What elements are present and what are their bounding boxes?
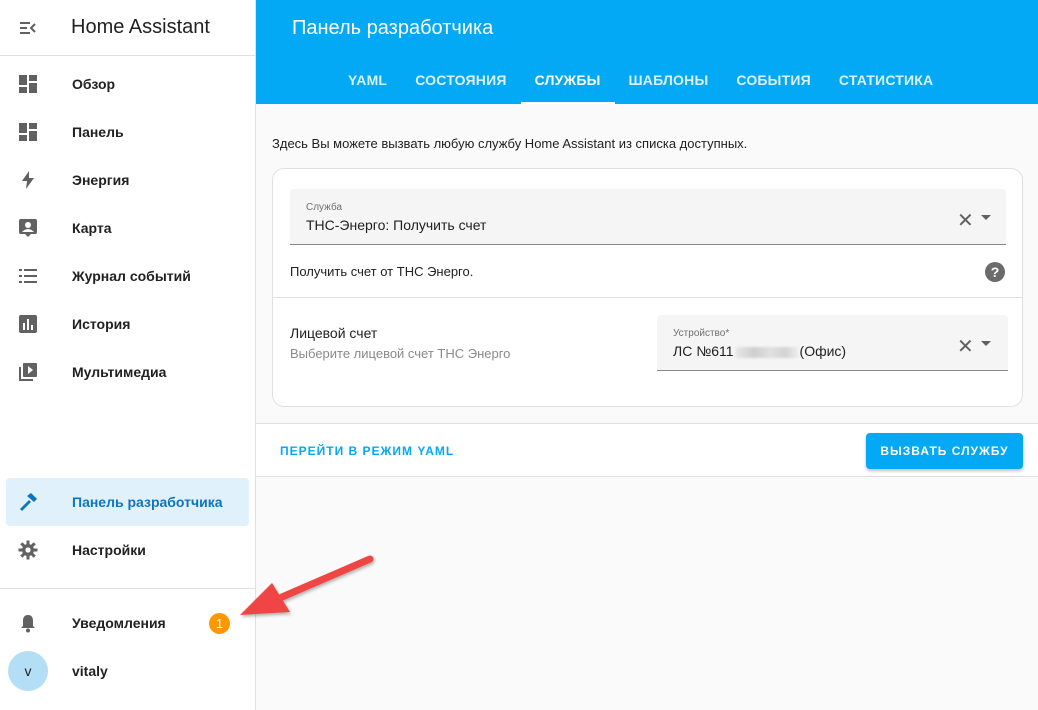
list-icon [6, 252, 50, 300]
sidebar-item-settings[interactable]: Настройки [6, 526, 249, 574]
sidebar-item-label: Карта [72, 220, 112, 236]
sidebar-item-logbook[interactable]: Журнал событий [6, 252, 249, 300]
redacted-blur [735, 346, 798, 358]
sidebar-nav: Обзор Панель Энергия Карта Журнал событи… [0, 56, 255, 396]
sidebar-item-history[interactable]: История [6, 300, 249, 348]
chevron-down-icon[interactable] [981, 341, 991, 346]
tab-statistics[interactable]: СТАТИСТИКА [825, 56, 948, 104]
device-value-prefix: ЛС №611 [673, 343, 734, 359]
sidebar-divider [0, 588, 255, 589]
lightning-icon [6, 156, 50, 204]
page-title: Панель разработчика [292, 17, 494, 39]
avatar: v [8, 651, 48, 691]
user-name: vitaly [72, 663, 108, 679]
gear-icon [6, 526, 50, 574]
device-value-suffix: (Офис) [799, 343, 847, 359]
action-bar: ПЕРЕЙТИ В РЕЖИМ YAML ВЫЗВАТЬ СЛУЖБУ [256, 423, 1038, 477]
sidebar-item-label: Панель [72, 124, 124, 140]
sidebar-item-overview[interactable]: Обзор [6, 60, 249, 108]
sidebar-item-label: Уведомления [72, 615, 166, 631]
clear-icon[interactable]: ✕ [957, 334, 974, 359]
sidebar-item-energy[interactable]: Энергия [6, 156, 249, 204]
overview-icon [6, 60, 50, 108]
tab-events[interactable]: СОБЫТИЯ [722, 56, 825, 104]
dashboard-icon [6, 108, 50, 156]
call-service-button[interactable]: ВЫЗВАТЬ СЛУЖБУ [866, 433, 1023, 469]
tab-bar: YAML СОСТОЯНИЯ СЛУЖБЫ ШАБЛОНЫ СОБЫТИЯ СТ… [334, 56, 947, 104]
sidebar-item-label: Настройки [72, 542, 146, 558]
service-select-value: ТНС-Энерго: Получить счет [306, 217, 487, 233]
clear-icon[interactable]: ✕ [957, 208, 974, 233]
sidebar-item-user[interactable]: v vitaly [0, 647, 255, 695]
sidebar-item-label: Панель разработчика [72, 494, 223, 510]
tab-services[interactable]: СЛУЖБЫ [520, 56, 615, 104]
yaml-mode-button[interactable]: ПЕРЕЙТИ В РЕЖИМ YAML [280, 444, 454, 458]
sidebar-item-label: Энергия [72, 172, 130, 188]
notification-count-badge: 1 [209, 613, 230, 634]
service-card: Служба ТНС-Энерго: Получить счет ✕ Получ… [272, 168, 1023, 407]
tab-templates[interactable]: ШАБЛОНЫ [615, 56, 723, 104]
hammer-icon [6, 478, 50, 526]
page-header: Панель разработчика YAML СОСТОЯНИЯ СЛУЖБ… [256, 0, 1038, 104]
sidebar-item-label: Журнал событий [72, 268, 191, 284]
menu-toggle-button[interactable] [0, 0, 56, 56]
app-title: Home Assistant [71, 16, 210, 38]
services-intro: Здесь Вы можете вызвать любую службу Hom… [272, 136, 748, 151]
sidebar-header: Home Assistant [0, 0, 255, 56]
chevron-down-icon[interactable] [981, 215, 991, 220]
sidebar-item-developer-tools[interactable]: Панель разработчика [6, 478, 249, 526]
card-divider [273, 297, 1022, 298]
sidebar-item-map[interactable]: Карта [6, 204, 249, 252]
account-field-title: Лицевой счет [290, 325, 378, 341]
sidebar-bottom: Панель разработчика Настройки [0, 478, 255, 574]
help-icon[interactable]: ? [985, 262, 1005, 282]
bell-icon [0, 599, 56, 647]
device-select-label: Устройство* [673, 328, 730, 339]
sidebar-item-media[interactable]: Мультимедиа [6, 348, 249, 396]
menu-collapse-icon [20, 21, 36, 34]
device-select[interactable]: Устройство* ЛС №611 (Офис) ✕ [657, 315, 1008, 371]
sidebar-item-dashboard[interactable]: Панель [6, 108, 249, 156]
map-person-icon [6, 204, 50, 252]
sidebar-item-label: Мультимедиа [72, 364, 167, 380]
service-select[interactable]: Служба ТНС-Энерго: Получить счет ✕ [290, 189, 1006, 245]
sidebar-item-label: Обзор [72, 76, 116, 92]
account-field-description: Выберите лицевой счет ТНС Энерго [290, 346, 511, 361]
sidebar-item-label: История [72, 316, 131, 332]
tab-states[interactable]: СОСТОЯНИЯ [401, 56, 520, 104]
service-description: Получить счет от ТНС Энерго. [290, 264, 474, 279]
service-select-label: Служба [306, 202, 343, 213]
sidebar: Home Assistant Обзор Панель Энергия Карт… [0, 0, 256, 710]
media-icon [6, 348, 50, 396]
chart-icon [6, 300, 50, 348]
device-select-value: ЛС №611 (Офис) [673, 343, 846, 359]
tab-yaml[interactable]: YAML [334, 56, 401, 104]
